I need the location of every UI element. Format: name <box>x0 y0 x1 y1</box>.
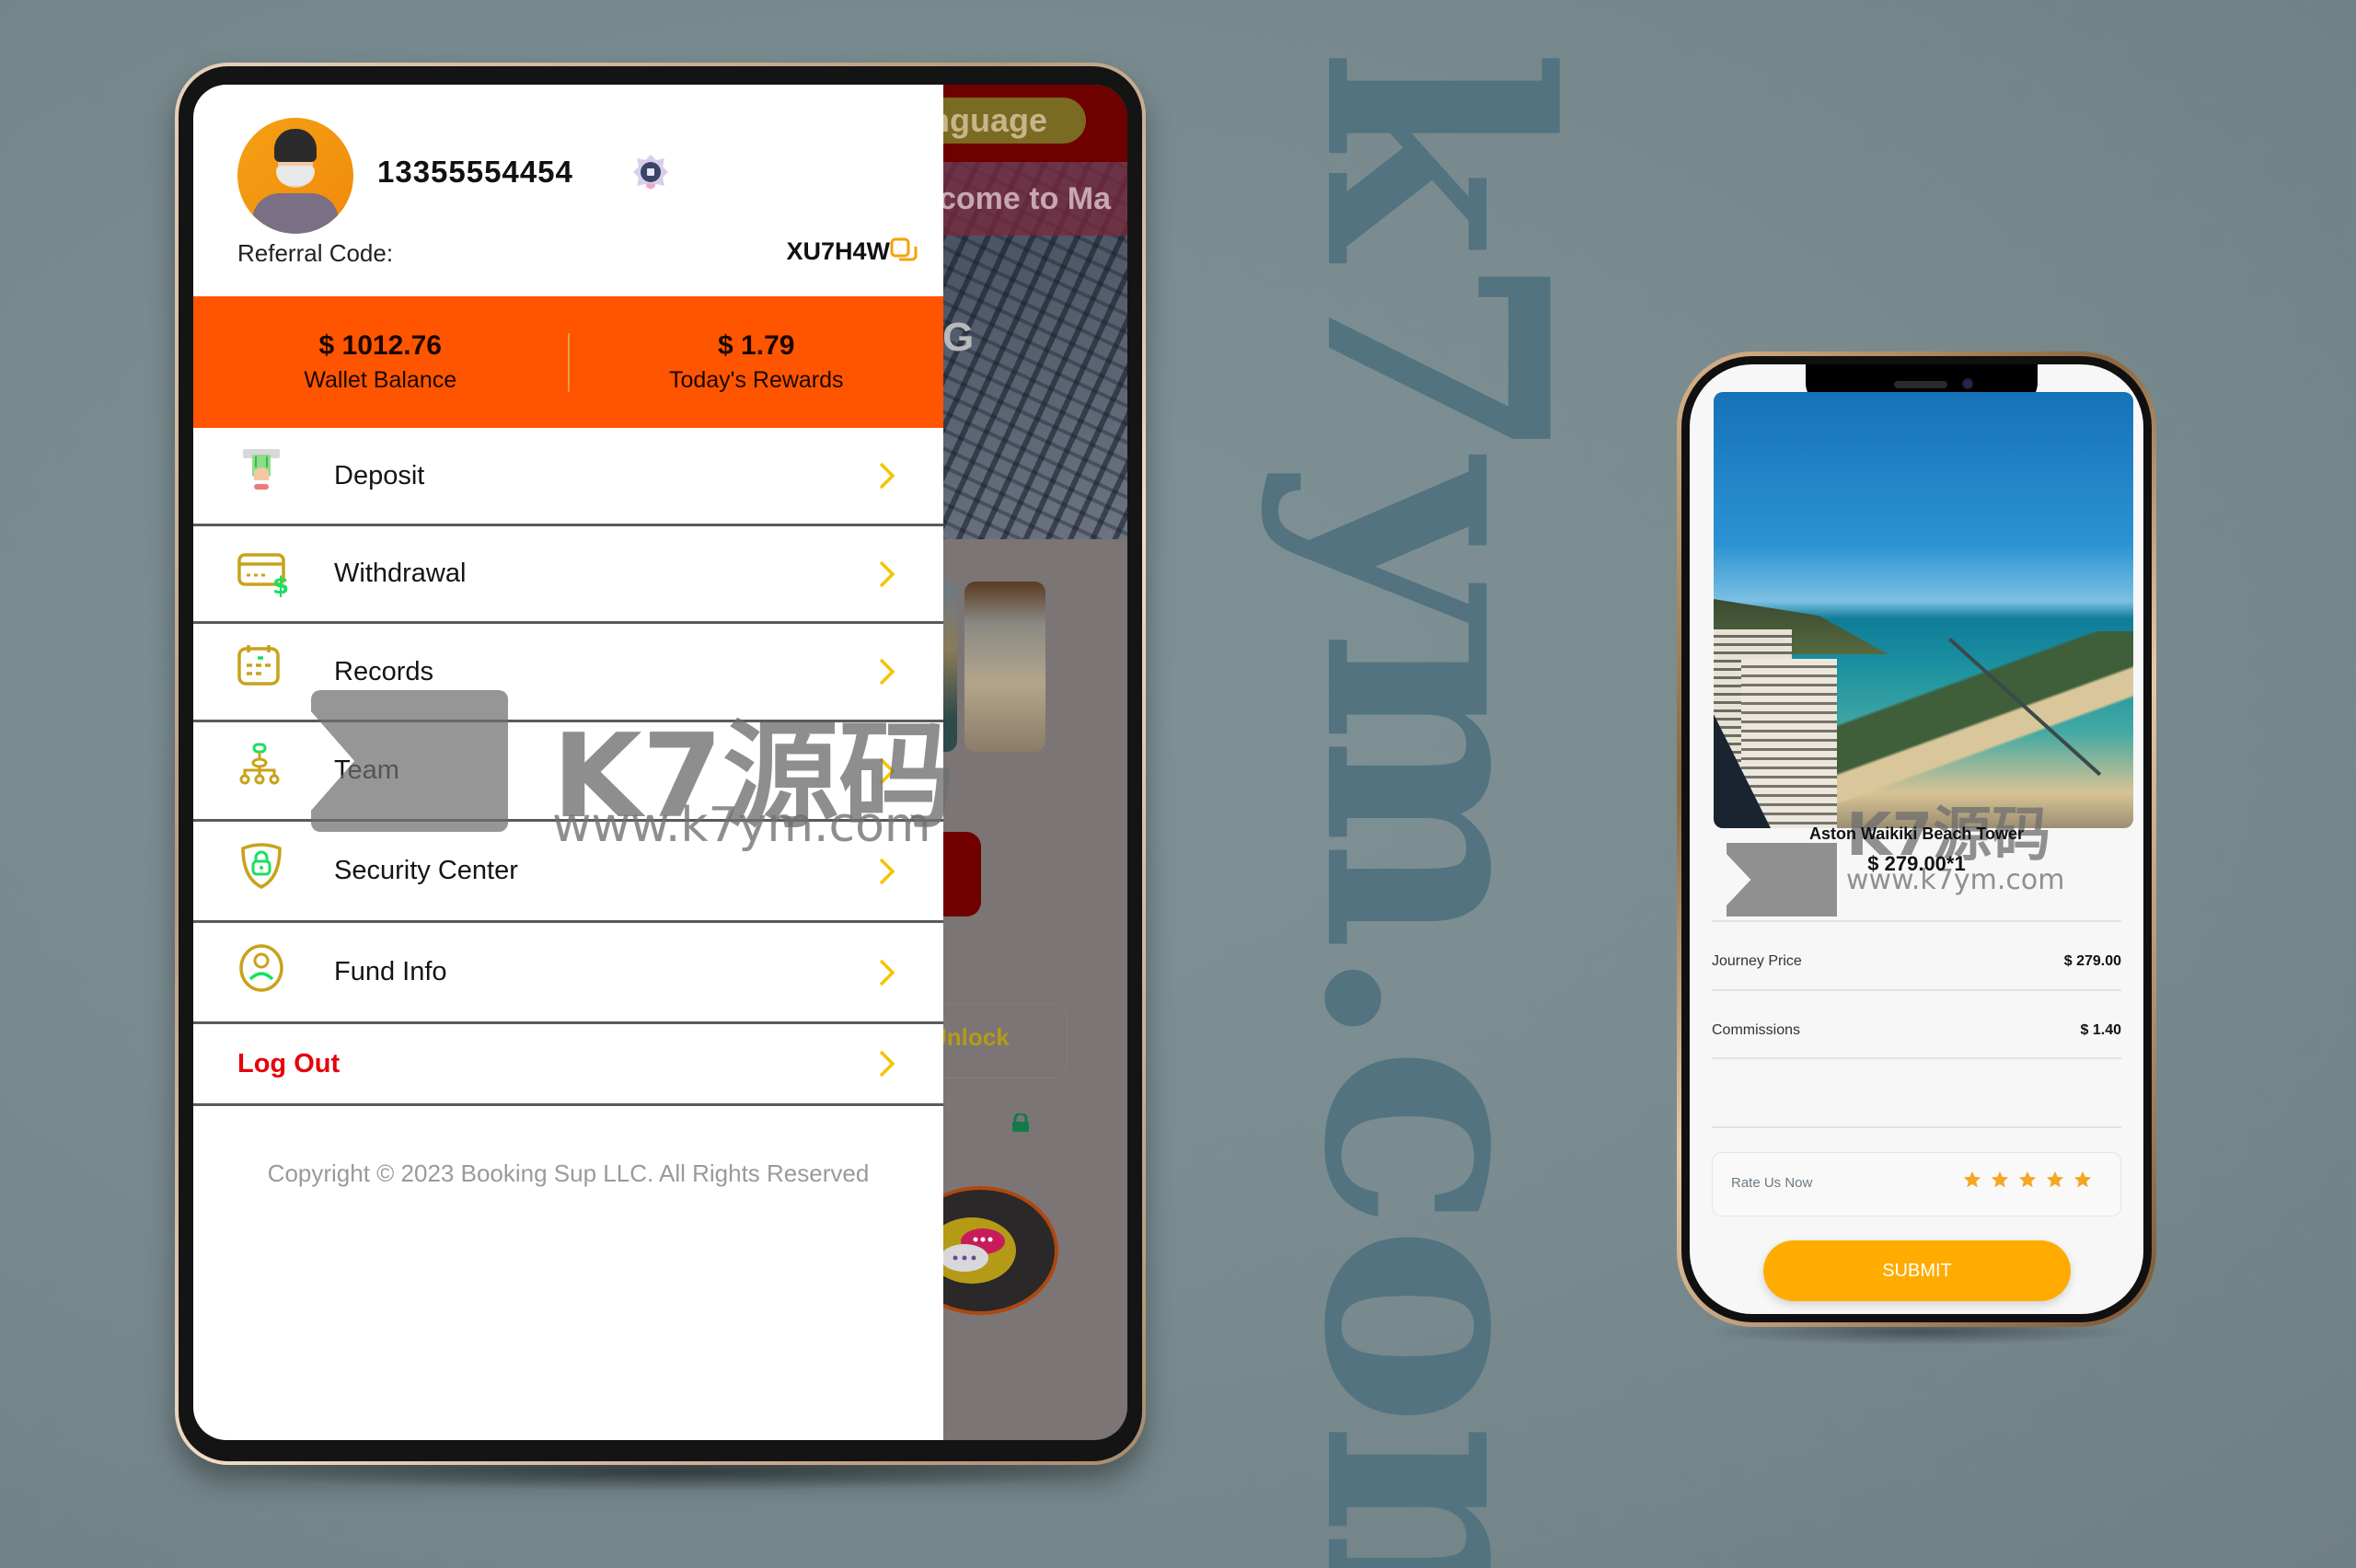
star-rating[interactable] <box>1962 1170 2093 1190</box>
menu-label: Deposit <box>334 460 425 490</box>
wallet-balance-label: Wallet Balance <box>304 367 457 393</box>
star-icon[interactable] <box>2017 1170 2038 1190</box>
phone-device: K7源码 www.k7ym.com Aston Waikiki Beach To… <box>1677 352 2156 1327</box>
vip-badge-icon <box>633 155 668 190</box>
chevron-right-icon <box>879 1050 895 1078</box>
divider <box>1712 989 2121 991</box>
avatar[interactable] <box>237 118 353 234</box>
menu-label: Team <box>334 755 399 785</box>
team-hierarchy-icon <box>239 743 280 784</box>
referral-code-value: XU7H4W <box>786 237 890 265</box>
star-icon[interactable] <box>1990 1170 2010 1190</box>
logout-label: Log Out <box>237 1048 341 1078</box>
deposit-icon <box>243 449 280 490</box>
chevron-right-icon <box>879 858 895 884</box>
copyright-text: Copyright © 2023 Booking Sup LLC. All Ri… <box>267 1159 870 1187</box>
calendar-records-icon <box>237 645 280 686</box>
chevron-right-icon <box>879 959 895 986</box>
chevron-right-icon <box>879 462 895 490</box>
menu-label: Withdrawal <box>334 559 467 588</box>
referral-code-label: Referral Code: <box>237 239 394 267</box>
navigation-drawer: 13355554454 Referral Code: XU7H4W $ 1012… <box>193 85 943 1440</box>
menu-label: Security Center <box>334 856 518 885</box>
menu-item-deposit[interactable]: Deposit <box>193 428 943 526</box>
menu-item-fund-info[interactable]: Fund Info <box>193 923 943 1024</box>
tablet-device: anguage come to Ma ING Unlock <box>175 63 1146 1465</box>
phone-screen: K7源码 www.k7ym.com Aston Waikiki Beach To… <box>1690 364 2143 1314</box>
divider <box>1712 1126 2121 1128</box>
chevron-right-icon <box>879 560 895 587</box>
phone-bezel: K7源码 www.k7ym.com Aston Waikiki Beach To… <box>1681 356 2152 1322</box>
submit-button[interactable]: SUBMIT <box>1763 1240 2071 1301</box>
user-circle-icon <box>239 943 283 992</box>
menu-item-records[interactable]: Records <box>193 624 943 722</box>
chevron-right-icon <box>879 658 895 686</box>
withdrawal-card-icon: $ <box>237 552 289 600</box>
menu-item-withdrawal[interactable]: $ Withdrawal <box>193 526 943 624</box>
star-icon[interactable] <box>2073 1170 2093 1190</box>
hotel-name: Aston Waikiki Beach Tower <box>1808 824 2025 843</box>
divider <box>1712 1057 2121 1059</box>
menu-item-team[interactable]: Team <box>193 722 943 822</box>
tablet-bezel: anguage come to Ma ING Unlock <box>179 66 1142 1461</box>
star-icon[interactable] <box>2045 1170 2065 1190</box>
menu-item-security-center[interactable]: Security Center <box>193 822 943 923</box>
star-icon[interactable] <box>1962 1170 1982 1190</box>
menu-label: Records <box>334 656 433 686</box>
wallet-balance-amount: $ 1012.76 <box>318 330 442 361</box>
todays-rewards-label: Today's Rewards <box>668 367 844 393</box>
journey-price-value: $ 279.00 <box>2063 953 2121 969</box>
rating-box: Rate Us Now <box>1712 1152 2121 1216</box>
copy-icon[interactable] <box>890 237 918 265</box>
commissions-label: Commissions <box>1712 1022 1801 1038</box>
speaker-grille <box>1894 381 1947 388</box>
profile-header: 13355554454 Referral Code: XU7H4W <box>193 85 943 296</box>
chevron-right-icon <box>879 757 895 784</box>
todays-rewards-amount: $ 1.79 <box>718 330 795 361</box>
svg-text:$: $ <box>272 572 289 600</box>
rate-us-label: Rate Us Now <box>1731 1175 1813 1191</box>
shield-lock-icon <box>241 842 282 889</box>
hotel-price-quantity: $ 279.00*1 <box>1867 852 1966 875</box>
vertical-watermark-text: k7ym.com <box>1257 48 1614 1568</box>
hotel-photo <box>1714 392 2133 828</box>
journey-price-label: Journey Price <box>1712 953 1802 969</box>
tablet-screen: anguage come to Ma ING Unlock <box>193 85 1127 1440</box>
front-camera <box>1962 378 1973 389</box>
menu-item-log-out[interactable]: Log Out <box>193 1024 943 1106</box>
balance-band: $ 1012.76 Wallet Balance $ 1.79 Today's … <box>193 296 943 428</box>
menu-label: Fund Info <box>334 957 447 986</box>
todays-rewards: $ 1.79 Today's Rewards <box>570 330 944 394</box>
wallet-balance: $ 1012.76 Wallet Balance <box>193 330 568 394</box>
commissions-value: $ 1.40 <box>2080 1022 2121 1038</box>
divider <box>1712 920 2121 922</box>
lock-icon <box>1012 1113 1029 1132</box>
bg-thumbnail <box>964 582 1045 752</box>
username: 13355554454 <box>377 155 573 189</box>
